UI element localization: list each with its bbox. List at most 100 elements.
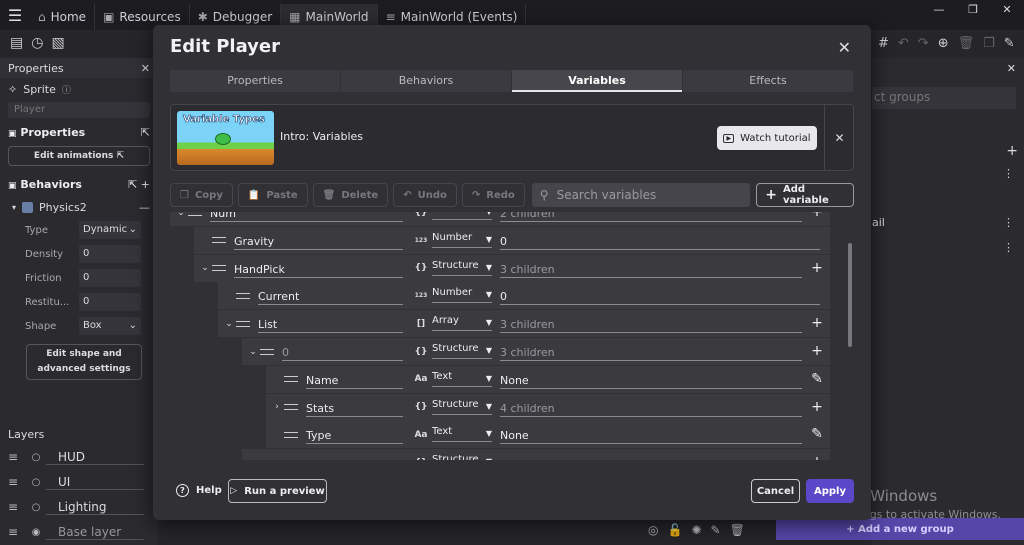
add-icon[interactable]: + <box>1006 143 1018 159</box>
variable-type-select[interactable]: Array ▼ <box>432 315 492 332</box>
variable-value-input[interactable]: 3 children <box>500 262 802 278</box>
drag-handle-icon[interactable] <box>236 320 250 327</box>
tab-home[interactable]: ⌂ Home <box>30 4 96 30</box>
more-icon[interactable]: ⋮ <box>1003 241 1014 254</box>
layer-radio-icon[interactable]: ○ <box>26 452 46 463</box>
variable-value-input[interactable]: 0 <box>500 289 820 306</box>
density-input[interactable]: 0 <box>79 245 141 263</box>
friction-input[interactable]: 0 <box>79 269 141 287</box>
variable-row[interactable]: › {} Structure ▼ + <box>170 449 830 460</box>
behavior-physics2-row[interactable]: ▾ Physics2 — <box>0 196 158 218</box>
layer-row[interactable]: ≡ ○ UI <box>0 470 158 494</box>
variable-name-input[interactable]: Num <box>210 212 403 222</box>
drag-handle-icon[interactable] <box>284 404 298 411</box>
drag-handle-icon[interactable] <box>284 431 298 438</box>
layer-radio-icon[interactable]: ○ <box>26 477 46 488</box>
tab-properties[interactable]: Properties <box>170 70 340 92</box>
variable-row[interactable]: Gravity 123 Number ▼ 0 <box>170 226 830 254</box>
variable-value-input[interactable]: 3 children <box>500 317 802 334</box>
objects-panel-icon[interactable]: ▤ <box>10 35 23 51</box>
variable-value-input[interactable]: 3 children <box>500 345 802 361</box>
type-select[interactable]: Dynamic ⌄ <box>79 221 141 239</box>
close-icon[interactable]: ✕ <box>838 38 851 57</box>
zoom-icon[interactable]: ⊕ <box>938 36 949 51</box>
drag-handle-icon[interactable] <box>260 348 274 355</box>
grid-icon[interactable]: # <box>878 36 889 51</box>
menu-icon[interactable]: ☰ <box>0 0 30 30</box>
variable-row[interactable]: › Stats {} Structure ▼ 4 children + <box>170 393 830 421</box>
variable-row[interactable]: Type Aa Text ▼ None ✎ <box>170 421 830 449</box>
variable-name-input[interactable]: HandPick <box>234 262 403 278</box>
edit-icon[interactable]: ✎ <box>1004 36 1015 51</box>
variable-value-input[interactable]: 0 <box>500 234 820 250</box>
edit-animations-button[interactable]: Edit animations ⇱ <box>8 146 150 166</box>
properties-section-header[interactable]: ▣ Properties ⇱ <box>0 120 158 144</box>
variable-type-select[interactable]: Structure ▼ <box>432 343 492 359</box>
variable-name-input[interactable]: Stats <box>306 401 403 417</box>
variable-value-input[interactable]: 2 children <box>500 212 802 222</box>
delete-button[interactable]: 🗑 Delete <box>312 183 389 207</box>
add-child-icon[interactable]: + <box>810 399 824 415</box>
drag-handle-icon[interactable] <box>212 237 226 244</box>
groups-search-input[interactable]: ct groups <box>872 87 1016 109</box>
add-icon[interactable]: + <box>141 178 150 191</box>
drag-handle-icon[interactable] <box>188 212 202 216</box>
edit-shape-button[interactable]: Edit shape and advanced settings <box>26 344 142 380</box>
add-variable-button[interactable]: + Add variable <box>756 183 854 207</box>
variable-type-select[interactable]: Number ▼ <box>432 287 492 304</box>
drag-handle-icon[interactable]: ≡ <box>0 450 26 464</box>
more-icon[interactable]: ⋮ <box>1003 216 1014 229</box>
minimize-icon[interactable]: — <box>922 0 956 18</box>
paste-button[interactable]: 📋 Paste <box>237 183 308 207</box>
edit-icon[interactable]: ✎ <box>711 523 721 537</box>
more-icon[interactable]: ⋮ <box>1003 167 1014 180</box>
delete-icon[interactable]: 🗑 <box>958 36 975 51</box>
chevron-down-icon[interactable]: ⌄ <box>199 263 211 273</box>
help-button[interactable]: ? Help <box>176 484 222 497</box>
chevron-down-icon[interactable]: ▾ <box>12 203 16 212</box>
variable-type-select[interactable]: Structure ▼ <box>432 454 492 460</box>
collapse-icon[interactable]: ▣ <box>8 181 17 191</box>
layer-row[interactable]: ≡ ○ HUD <box>0 445 158 469</box>
variable-row[interactable]: ⌄ Num {} Structure ▼ 2 children + <box>170 212 830 226</box>
open-external-icon[interactable]: ⇱ <box>128 178 137 191</box>
undo-button[interactable]: ↶ Undo <box>393 183 457 207</box>
add-child-icon[interactable]: + <box>810 260 824 276</box>
scrollbar[interactable] <box>848 243 852 347</box>
add-child-icon[interactable]: + <box>810 454 824 460</box>
dismiss-tutorial-icon[interactable]: ✕ <box>824 105 854 171</box>
variable-type-select[interactable]: Text ▼ <box>432 371 492 387</box>
restitution-input[interactable]: 0 <box>79 293 141 311</box>
tutorial-thumbnail[interactable]: Variable Types <box>177 111 274 165</box>
variable-value-input[interactable] <box>500 456 802 460</box>
variable-name-input[interactable]: Type <box>306 428 403 445</box>
tab-variables[interactable]: Variables <box>512 70 682 92</box>
variable-row[interactable]: ⌄ HandPick {} Structure ▼ 3 children + <box>170 254 830 282</box>
cancel-button[interactable]: Cancel <box>751 479 800 503</box>
drag-handle-icon[interactable]: ≡ <box>0 525 26 539</box>
chevron-right-icon[interactable]: › <box>247 458 259 460</box>
object-name-input[interactable]: Player <box>8 102 150 118</box>
variable-value-input[interactable]: None <box>500 428 802 445</box>
variable-row[interactable]: Name Aa Text ▼ None ✎ <box>170 365 830 393</box>
close-icon[interactable]: ✕ <box>141 62 150 75</box>
variable-value-input[interactable]: None <box>500 373 802 389</box>
variable-type-select[interactable]: Text ▼ <box>432 426 492 443</box>
remove-icon[interactable]: — <box>139 201 150 214</box>
history-icon[interactable]: ◷ <box>31 35 43 51</box>
scene-image-icon[interactable]: ▧ <box>51 35 64 51</box>
tab-effects[interactable]: Effects <box>683 70 853 92</box>
variable-name-input[interactable]: Current <box>258 289 403 306</box>
drag-handle-icon[interactable] <box>236 292 250 299</box>
variable-type-select[interactable]: Number ▼ <box>432 232 492 248</box>
behaviors-section-header[interactable]: ▣ Behaviors ⇱ + <box>0 172 158 196</box>
variable-row[interactable]: ⌄ List [] Array ▼ 3 children + <box>170 310 830 338</box>
watch-tutorial-button[interactable]: ▶ Watch tutorial <box>717 126 817 150</box>
add-child-icon[interactable]: + <box>810 212 824 220</box>
variable-name-input[interactable]: Name <box>306 373 403 389</box>
copy-button[interactable]: ❐ Copy <box>170 183 233 207</box>
drag-handle-icon[interactable] <box>212 265 226 272</box>
add-group-button[interactable]: + Add a new group <box>776 518 1024 540</box>
apply-button[interactable]: Apply <box>806 479 854 503</box>
edit-icon[interactable]: ✎ <box>810 426 824 442</box>
